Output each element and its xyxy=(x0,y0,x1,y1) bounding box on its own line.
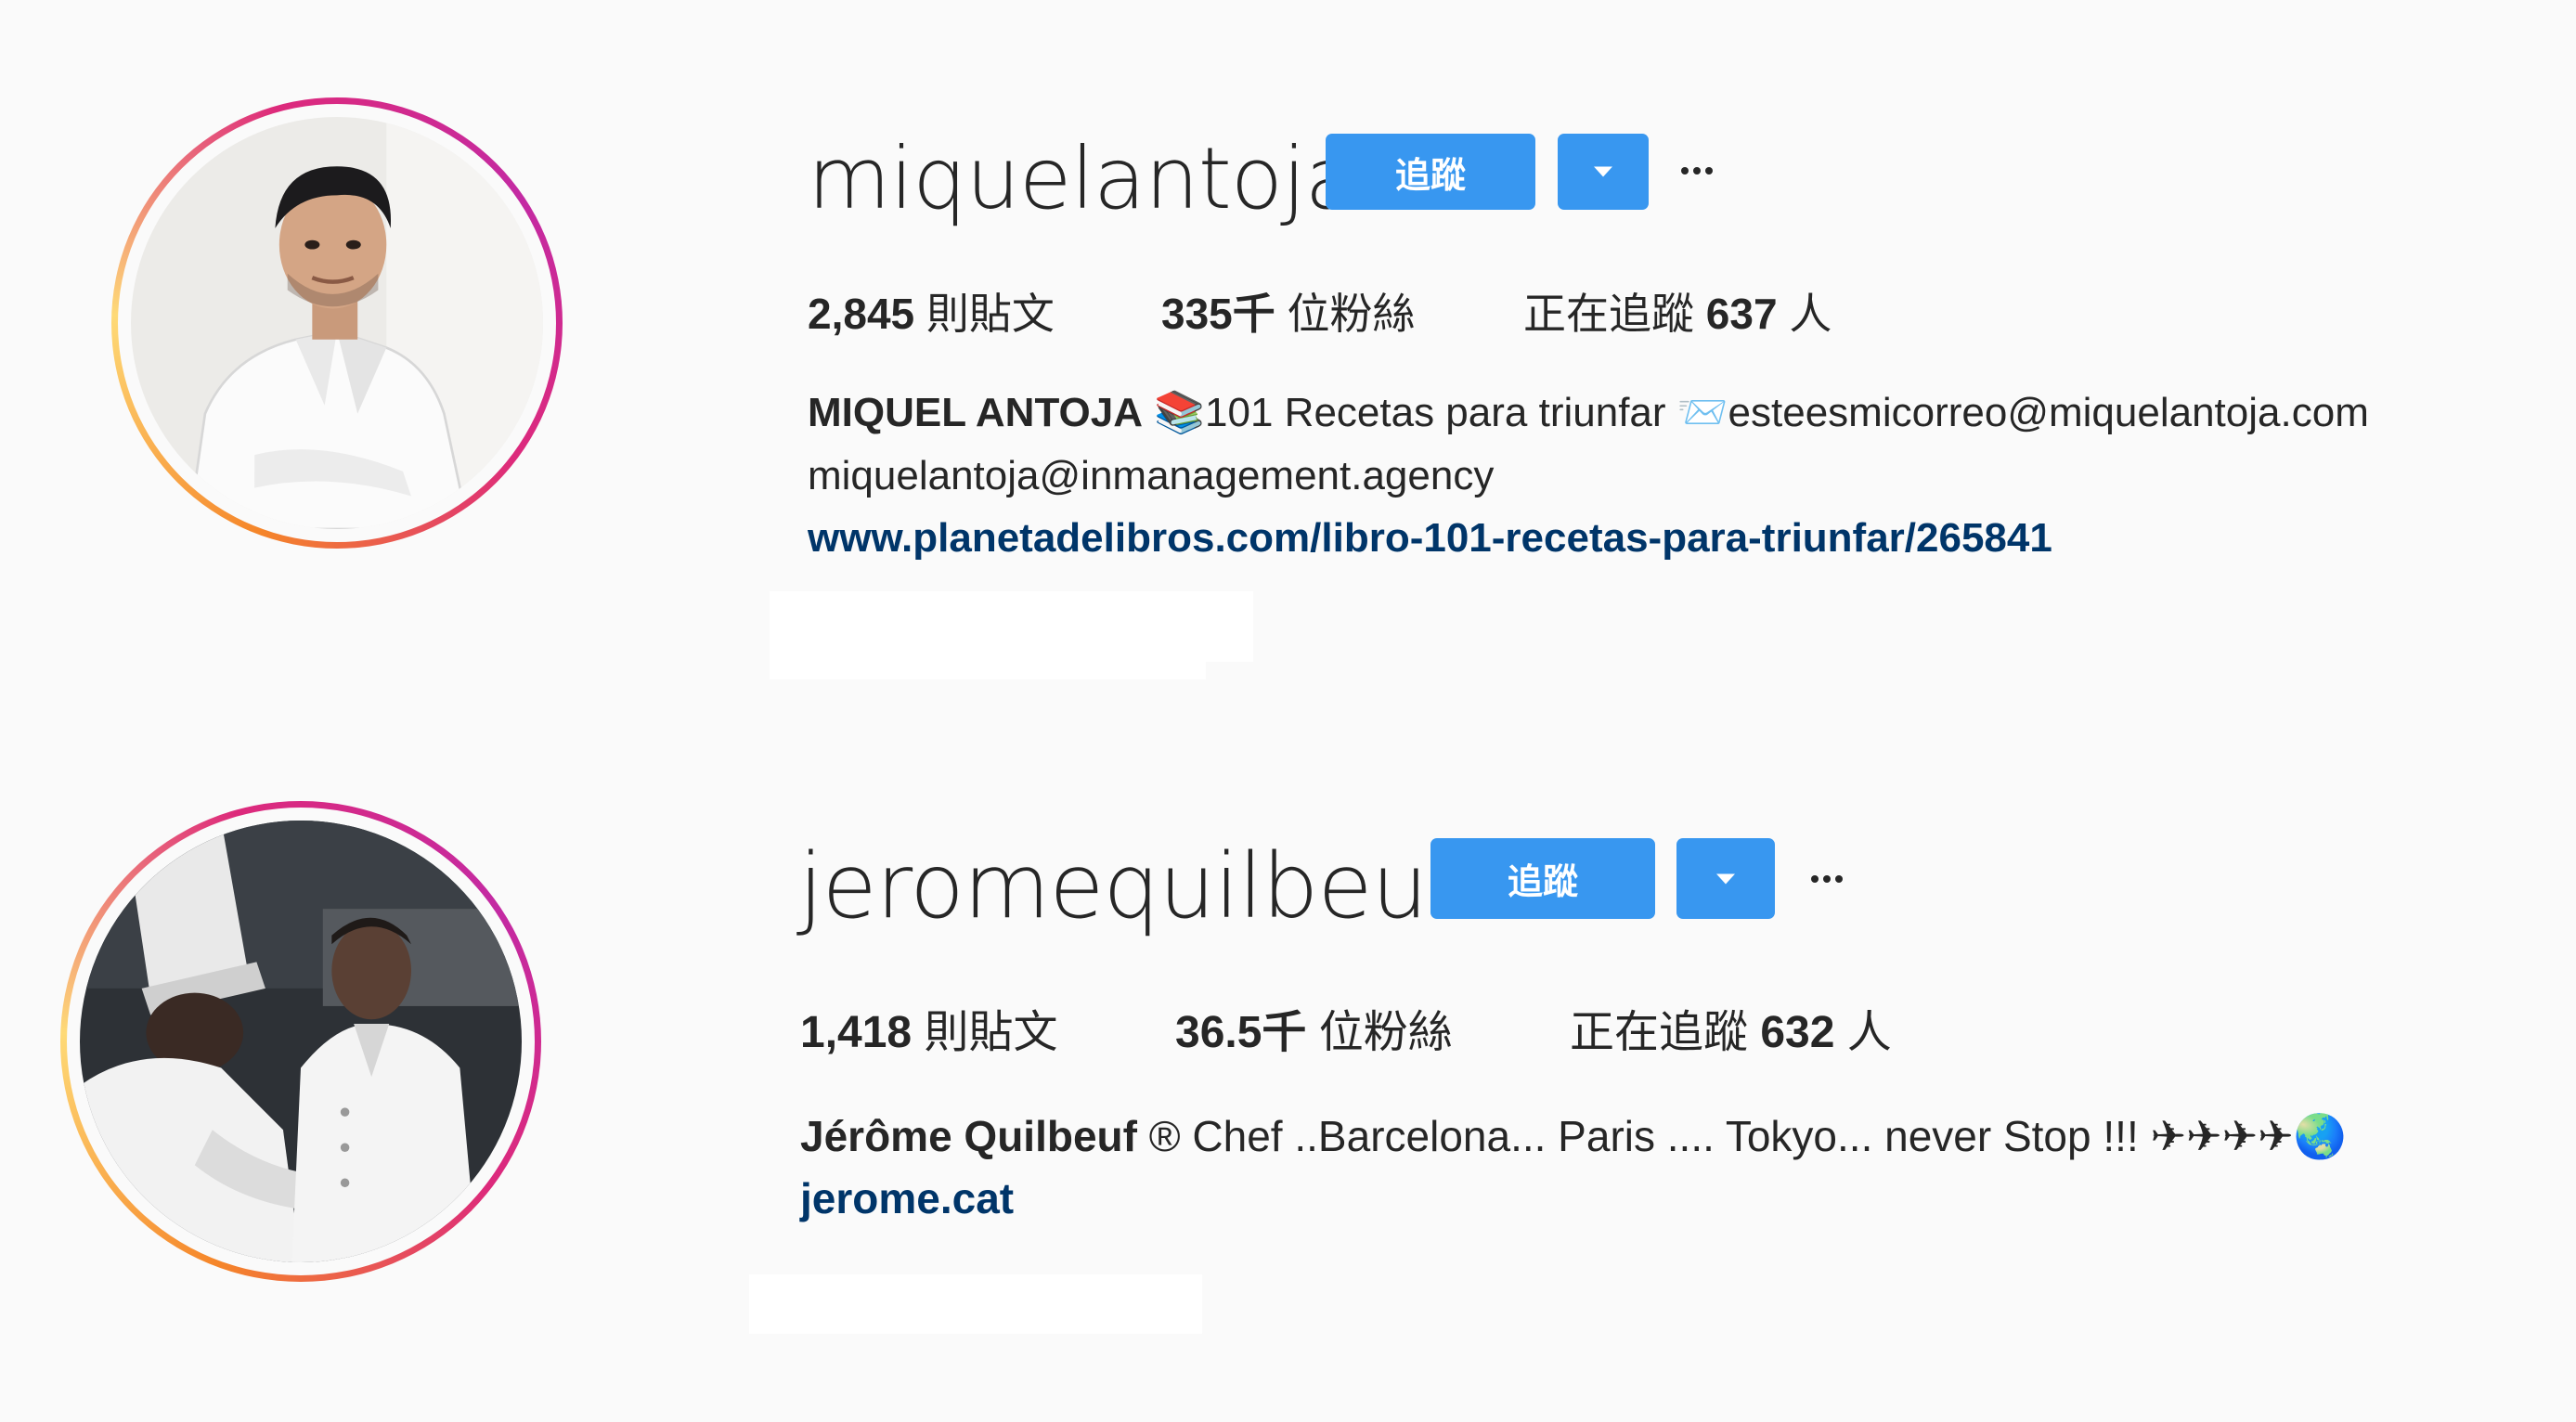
posts-count-value: 1,418 xyxy=(800,1008,913,1057)
following-count-suffix: 人 xyxy=(1846,1008,1892,1057)
following-count-prefix: 正在追蹤 xyxy=(1523,290,1694,338)
following-count[interactable]: 正在追蹤 637 人 xyxy=(1523,280,1832,342)
follow-button[interactable]: 追蹤 xyxy=(1326,134,1535,210)
username: miquelantoja xyxy=(808,129,1357,228)
redaction-block xyxy=(749,1274,1202,1334)
website-link[interactable]: jerome.cat xyxy=(800,1173,1014,1223)
suggested-accounts-dropdown-button[interactable] xyxy=(1558,134,1649,210)
bio-line-2: miquelantoja@inmanagement.agency xyxy=(808,453,1495,498)
following-count-prefix: 正在追蹤 xyxy=(1570,1008,1749,1057)
follow-button[interactable]: 追蹤 xyxy=(1430,838,1655,919)
posts-count: 2,845 則貼文 xyxy=(808,280,1055,342)
full-name: Jérôme Quilbeuf xyxy=(800,1112,1137,1160)
redaction-block xyxy=(770,591,1253,662)
avatar[interactable] xyxy=(131,117,543,529)
more-options-icon[interactable] xyxy=(1811,875,1843,883)
followers-count-label: 位粉絲 xyxy=(1287,290,1416,338)
bio-line-1: Jérôme Quilbeuf ® Chef ..Barcelona... Pa… xyxy=(800,1105,2347,1168)
bio-text: 📚101 Recetas para triunfar 📨esteesmicorr… xyxy=(1154,390,2369,435)
posts-count-label: 則貼文 xyxy=(924,1008,1058,1057)
chevron-down-icon xyxy=(1594,166,1612,177)
redaction-block xyxy=(770,654,1206,679)
full-name: MIQUEL ANTOJA xyxy=(808,390,1144,435)
posts-count: 1,418 則貼文 xyxy=(800,995,1057,1060)
profile-header-jeromequilbeuf: jeromequilbeuf 追蹤 1,418 則貼文 36.5千 位粉絲 正在… xyxy=(0,705,2576,1422)
followers-count[interactable]: 335千 位粉絲 xyxy=(1161,280,1416,342)
followers-count-label: 位粉絲 xyxy=(1318,1008,1453,1057)
website-link[interactable]: www.planetadelibros.com/libro-101-receta… xyxy=(808,515,2052,562)
followers-count[interactable]: 36.5千 位粉絲 xyxy=(1175,995,1453,1060)
followers-count-value: 335千 xyxy=(1161,290,1275,338)
username: jeromequilbeuf xyxy=(798,834,1458,938)
avatar[interactable] xyxy=(80,821,522,1262)
chevron-down-icon xyxy=(1716,873,1735,884)
profile-header-miquelantoja: miquelantoja 追蹤 2,845 則貼文 335千 位粉絲 正在追蹤 … xyxy=(0,0,2576,705)
avatar-story-ring[interactable] xyxy=(111,97,563,549)
avatar-story-ring[interactable] xyxy=(60,801,541,1282)
following-count[interactable]: 正在追蹤 632 人 xyxy=(1570,995,1892,1060)
bio-line-1: MIQUEL ANTOJA 📚101 Recetas para triunfar… xyxy=(808,381,2369,445)
suggested-accounts-dropdown-button[interactable] xyxy=(1676,838,1775,919)
more-options-icon[interactable] xyxy=(1681,167,1713,175)
following-count-value: 632 xyxy=(1760,1008,1835,1057)
following-count-suffix: 人 xyxy=(1789,290,1832,338)
followers-count-value: 36.5千 xyxy=(1175,1008,1307,1057)
following-count-value: 637 xyxy=(1705,290,1778,338)
posts-count-value: 2,845 xyxy=(808,290,915,338)
posts-count-label: 則貼文 xyxy=(926,290,1055,338)
bio-text: ® Chef ..Barcelona... Paris .... Tokyo..… xyxy=(1148,1112,2347,1160)
